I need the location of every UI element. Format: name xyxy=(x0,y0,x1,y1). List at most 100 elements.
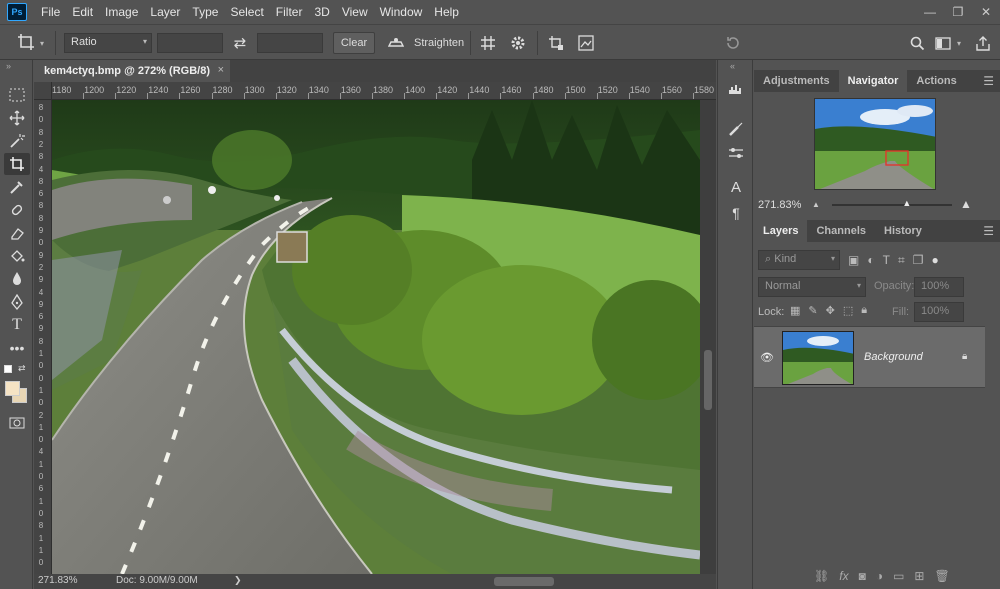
new-layer-icon[interactable]: ⊞ xyxy=(914,569,924,583)
layer-filter-kind[interactable]: ⌕ Kind ▾ xyxy=(758,250,840,270)
healing-brush-tool-icon[interactable] xyxy=(4,199,30,221)
move-tool-icon[interactable] xyxy=(4,107,30,129)
eraser-tool-icon[interactable] xyxy=(4,222,30,244)
menu-3d[interactable]: 3D xyxy=(308,0,335,24)
panel-menu-icon[interactable]: ☰ xyxy=(983,74,994,88)
swap-colors-icon[interactable]: ⇄ xyxy=(18,363,26,374)
swap-icon[interactable]: ⇄ xyxy=(229,33,251,53)
close-tab-icon[interactable]: × xyxy=(218,64,224,76)
collapse-icon[interactable]: » xyxy=(6,61,11,71)
restore-button[interactable]: ❐ xyxy=(944,5,972,19)
new-group-icon[interactable]: ▭ xyxy=(893,569,904,583)
tab-navigator[interactable]: Navigator xyxy=(838,70,908,92)
type-filter-icon[interactable]: T xyxy=(883,253,890,268)
photoshop-logo-icon[interactable]: Ps xyxy=(7,3,27,21)
height-input[interactable] xyxy=(257,33,323,53)
eye-icon[interactable]: 👁︎ xyxy=(760,351,774,364)
fill-input[interactable]: 100% xyxy=(914,302,964,322)
tab-actions[interactable]: Actions xyxy=(907,70,965,92)
pen-tool-icon[interactable] xyxy=(4,291,30,313)
tab-history[interactable]: History xyxy=(875,220,931,242)
link-layers-icon[interactable]: ⛓︎ xyxy=(814,569,829,583)
menu-layer[interactable]: Layer xyxy=(144,0,186,24)
quick-mask-icon[interactable] xyxy=(4,412,30,434)
default-colors-icon[interactable] xyxy=(4,365,12,373)
histogram-icon[interactable] xyxy=(724,78,748,100)
trash-icon[interactable]: 🗑︎ xyxy=(934,569,949,583)
clear-button[interactable]: Clear xyxy=(333,32,375,54)
scroll-thumb[interactable] xyxy=(704,350,712,410)
status-chevron-icon[interactable]: ❯ xyxy=(234,575,242,586)
share-icon[interactable] xyxy=(972,32,994,54)
overlay-grid-icon[interactable] xyxy=(477,32,499,54)
zoom-out-icon[interactable]: ▲ xyxy=(812,200,820,209)
width-input[interactable] xyxy=(157,33,223,53)
eyedropper-tool-icon[interactable] xyxy=(4,176,30,198)
paragraph-icon[interactable]: ¶ xyxy=(724,202,748,224)
tab-adjustments[interactable]: Adjustments xyxy=(754,70,839,92)
vertical-scrollbar[interactable] xyxy=(700,100,716,574)
content-aware-icon[interactable] xyxy=(575,32,597,54)
lock-artboard-icon[interactable]: ⬚ xyxy=(843,304,853,317)
menu-type[interactable]: Type xyxy=(186,0,224,24)
filter-toggle-icon[interactable]: ● xyxy=(931,253,938,268)
type-tool-icon[interactable]: T xyxy=(4,314,30,336)
zoom-slider-track[interactable]: ▲ xyxy=(832,199,952,208)
zoom-in-icon[interactable]: ▲ xyxy=(960,197,972,211)
opacity-input[interactable]: 100% xyxy=(914,277,964,297)
crop-tool-icon[interactable] xyxy=(4,153,30,175)
lock-transparent-icon[interactable]: ▦ xyxy=(790,304,800,317)
brush-settings-icon[interactable] xyxy=(724,118,748,140)
crop-tool-preset-icon[interactable] xyxy=(12,31,40,53)
image-canvas[interactable] xyxy=(52,100,700,574)
marquee-tool-icon[interactable] xyxy=(4,84,30,106)
blend-mode-dropdown[interactable]: Normal ▾ xyxy=(758,277,866,297)
straighten-icon[interactable] xyxy=(385,32,407,54)
document-tab[interactable]: kem4ctyq.bmp @ 272% (RGB/8) × xyxy=(34,60,230,82)
menu-select[interactable]: Select xyxy=(224,0,269,24)
add-mask-icon[interactable]: ◙ xyxy=(859,569,866,583)
adjustment-layer-icon[interactable]: ◑ xyxy=(876,569,883,583)
ruler-origin[interactable] xyxy=(34,82,52,100)
horizontal-scroll-thumb[interactable] xyxy=(494,577,554,586)
smart-object-filter-icon[interactable]: ❐ xyxy=(913,253,924,268)
delete-cropped-pixels-icon[interactable] xyxy=(545,32,567,54)
tab-layers[interactable]: Layers xyxy=(754,220,808,242)
shape-filter-icon[interactable]: ⌗ xyxy=(898,253,905,268)
search-icon[interactable] xyxy=(906,32,928,54)
reset-icon[interactable] xyxy=(722,32,744,54)
paint-bucket-tool-icon[interactable] xyxy=(4,245,30,267)
menu-edit[interactable]: Edit xyxy=(66,0,99,24)
layer-row[interactable]: 👁︎ Background 🔒︎ xyxy=(754,326,985,388)
navigator-thumbnail[interactable] xyxy=(814,98,936,190)
menu-view[interactable]: View xyxy=(336,0,374,24)
minimize-button[interactable]: — xyxy=(916,5,944,19)
more-tools-icon[interactable]: ••• xyxy=(4,337,30,359)
workspace-icon[interactable] xyxy=(932,32,954,54)
close-window-button[interactable]: ✕ xyxy=(972,5,1000,19)
menu-window[interactable]: Window xyxy=(374,0,429,24)
lock-position-icon[interactable]: ✥ xyxy=(826,304,835,317)
chevron-down-icon[interactable]: ▾ xyxy=(957,39,961,48)
navigator-zoom-value[interactable]: 271.83% xyxy=(758,199,801,211)
ratio-dropdown[interactable]: Ratio ▾ xyxy=(64,33,152,53)
foreground-color-swatch[interactable] xyxy=(5,381,20,396)
gear-icon[interactable] xyxy=(507,32,529,54)
adjustment-filter-icon[interactable]: ◐ xyxy=(867,253,874,268)
status-zoom[interactable]: 271.83% xyxy=(38,575,77,586)
menu-help[interactable]: Help xyxy=(428,0,465,24)
expand-icon[interactable]: « xyxy=(730,61,735,71)
zoom-slider-thumb[interactable]: ▲ xyxy=(902,199,911,208)
menu-image[interactable]: Image xyxy=(99,0,144,24)
straighten-label[interactable]: Straighten xyxy=(414,37,464,49)
pixel-filter-icon[interactable]: ▣ xyxy=(848,253,859,268)
lock-all-icon[interactable]: 🔒︎ xyxy=(861,304,867,317)
blur-tool-icon[interactable] xyxy=(4,268,30,290)
character-icon[interactable]: A xyxy=(724,176,748,198)
fx-icon[interactable]: fx xyxy=(839,569,848,583)
magic-wand-tool-icon[interactable] xyxy=(4,130,30,152)
layer-name[interactable]: Background xyxy=(864,351,923,363)
tab-channels[interactable]: Channels xyxy=(807,220,875,242)
brush-presets-icon[interactable] xyxy=(724,142,748,164)
panel-menu-icon[interactable]: ☰ xyxy=(983,224,994,238)
